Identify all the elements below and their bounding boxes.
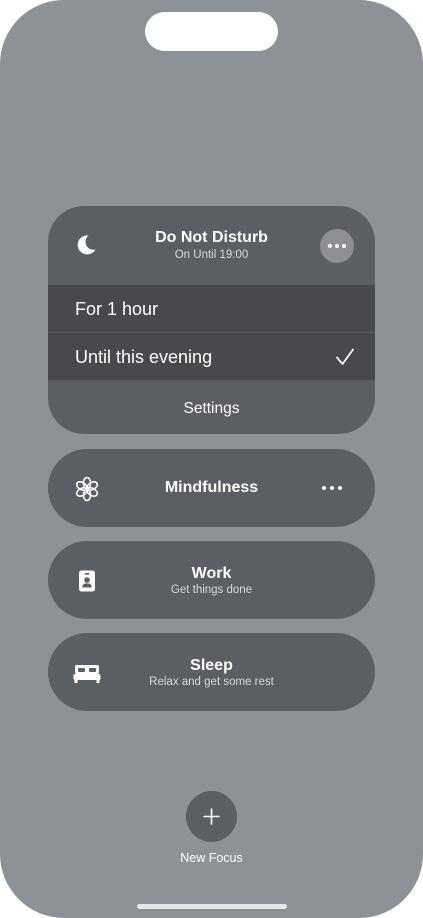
focus-title: Sleep [190,657,233,674]
plus-icon [203,808,220,825]
focus-control-screen: Do Not Disturb On Until 19:00 For 1 hour… [0,0,423,918]
focus-mindfulness[interactable]: Mindfulness [48,449,375,527]
new-focus-button[interactable] [186,791,237,842]
option-for-1-hour[interactable]: For 1 hour [48,285,375,332]
ellipsis-icon [320,244,354,248]
home-indicator[interactable] [137,904,287,909]
focus-subtitle: Relax and get some rest [149,676,274,688]
do-not-disturb-header[interactable]: Do Not Disturb On Until 19:00 [48,206,375,285]
focus-sleep[interactable]: Sleep Relax and get some rest [48,633,375,711]
new-focus-label: New Focus [180,851,243,865]
dynamic-island [145,12,278,51]
mindfulness-more-button[interactable] [322,486,342,490]
focus-work[interactable]: Work Get things done [48,541,375,619]
option-label: Until this evening [75,347,213,367]
option-label: For 1 hour [75,299,159,319]
option-until-this-evening[interactable]: Until this evening [48,333,375,380]
focus-subtitle: Get things done [170,584,253,596]
dnd-more-button[interactable] [320,229,354,263]
focus-title: Work [191,565,232,582]
do-not-disturb-card: Do Not Disturb On Until 19:00 For 1 hour… [48,206,375,434]
checkmark-icon [336,348,354,365]
settings-button[interactable]: Settings [48,400,375,418]
